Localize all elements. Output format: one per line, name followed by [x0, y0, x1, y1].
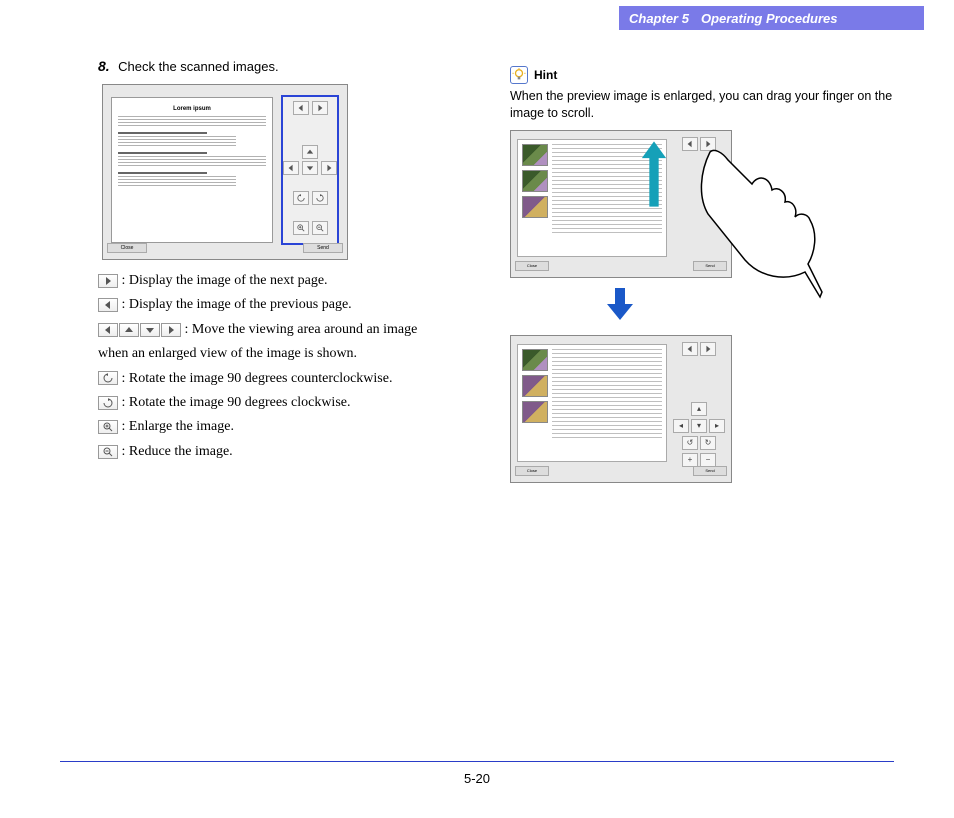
legend-move-text: : Move the viewing area around an image	[185, 322, 418, 337]
rotate-ccw-button[interactable]	[293, 191, 309, 205]
pan-left-icon	[98, 323, 118, 337]
arrow-up-icon	[640, 140, 668, 208]
thumb-image	[522, 349, 548, 371]
doc-title: Lorem ipsum	[118, 106, 266, 112]
thumb-image	[522, 375, 548, 397]
preview-scrolled: ▴ ◂▾▸ ↺↻ +− Close Send	[510, 335, 732, 483]
pan-down-button[interactable]	[302, 161, 318, 175]
thumb-image	[522, 170, 548, 192]
legend-reduce: : Reduce the image.	[98, 441, 448, 463]
pan-right-icon	[161, 323, 181, 337]
send-button[interactable]: Send	[693, 466, 727, 476]
left-column: 8. Check the scanned images. Lorem ipsum	[98, 58, 448, 465]
next-icon	[98, 274, 118, 288]
pan-down-button[interactable]: ▾	[691, 419, 707, 433]
zoom-in-button[interactable]: +	[682, 453, 698, 467]
pan-up-button[interactable]: ▴	[691, 402, 707, 416]
send-button[interactable]: Send	[303, 243, 343, 253]
preview-bottom-bar: Close Send	[515, 466, 727, 478]
preview-controls: ▴ ◂▾▸ ↺↻ +−	[673, 342, 725, 467]
thumb-image	[522, 196, 548, 218]
prev-page-button[interactable]	[293, 101, 309, 115]
footer-rule	[60, 761, 894, 763]
hint-header: Hint	[510, 66, 910, 84]
pan-up-icon	[119, 323, 139, 337]
prev-icon	[98, 298, 118, 312]
zoom-in-icon	[98, 420, 118, 434]
zoom-out-button[interactable]: −	[700, 453, 716, 467]
next-page-button[interactable]	[312, 101, 328, 115]
preview-doc	[517, 344, 667, 462]
pan-down-icon	[140, 323, 160, 337]
chapter-title: Operating Procedures	[701, 11, 838, 26]
step-line: 8. Check the scanned images.	[98, 58, 448, 76]
button-legend: : Display the image of the next page. : …	[98, 270, 448, 463]
step-number: 8.	[98, 58, 110, 74]
prev-page-button[interactable]	[682, 342, 698, 356]
thumb-image	[522, 401, 548, 423]
hint-text: When the preview image is enlarged, you …	[510, 88, 910, 122]
pan-right-button[interactable]: ▸	[709, 419, 725, 433]
zoom-out-icon	[98, 445, 118, 459]
rotate-ccw-icon	[98, 371, 118, 385]
legend-enlarge: : Enlarge the image.	[98, 416, 448, 438]
close-button[interactable]: Close	[515, 466, 549, 476]
document-preview: Lorem ipsum	[111, 97, 273, 243]
close-button[interactable]: Close	[515, 261, 549, 271]
legend-move-cont: when an enlarged view of the image is sh…	[98, 343, 448, 365]
rotate-cw-button[interactable]	[312, 191, 328, 205]
legend-enlarge-text: : Enlarge the image.	[122, 419, 234, 434]
legend-rotccw-text: : Rotate the image 90 degrees counterclo…	[122, 371, 393, 386]
zoom-in-button[interactable]	[293, 221, 309, 235]
rotate-cw-button[interactable]: ↻	[700, 436, 716, 450]
pan-right-button[interactable]	[321, 161, 337, 175]
legend-rotccw: : Rotate the image 90 degrees counterclo…	[98, 368, 448, 390]
pan-up-button[interactable]	[302, 145, 318, 159]
legend-next: : Display the image of the next page.	[98, 270, 448, 292]
close-button[interactable]: Close	[107, 243, 147, 253]
legend-move: : Move the viewing area around an image	[98, 319, 448, 341]
legend-prev: : Display the image of the previous page…	[98, 294, 448, 316]
hand-drag-icon	[690, 142, 825, 302]
next-page-button[interactable]	[700, 342, 716, 356]
legend-prev-text: : Display the image of the previous page…	[122, 297, 352, 312]
scanner-screenshot: Lorem ipsum	[102, 84, 348, 260]
step-text: Check the scanned images.	[118, 59, 278, 74]
hint-label: Hint	[534, 68, 557, 82]
hint-icon	[510, 66, 528, 84]
scanner-bottom-bar: Close Send	[107, 243, 343, 255]
chapter-header: Chapter 5 Operating Procedures	[619, 6, 924, 30]
control-panel-highlighted	[281, 95, 339, 245]
thumb-image	[522, 144, 548, 166]
pan-left-button[interactable]: ◂	[673, 419, 689, 433]
legend-rotcw: : Rotate the image 90 degrees clockwise.	[98, 392, 448, 414]
rotate-cw-icon	[98, 396, 118, 410]
zoom-out-button[interactable]	[312, 221, 328, 235]
chapter-number: Chapter 5	[629, 11, 689, 26]
page-number: 5-20	[0, 771, 954, 786]
pan-left-button[interactable]	[283, 161, 299, 175]
legend-reduce-text: : Reduce the image.	[122, 444, 233, 459]
legend-rotcw-text: : Rotate the image 90 degrees clockwise.	[122, 395, 351, 410]
rotate-ccw-button[interactable]: ↺	[682, 436, 698, 450]
legend-next-text: : Display the image of the next page.	[122, 273, 328, 288]
